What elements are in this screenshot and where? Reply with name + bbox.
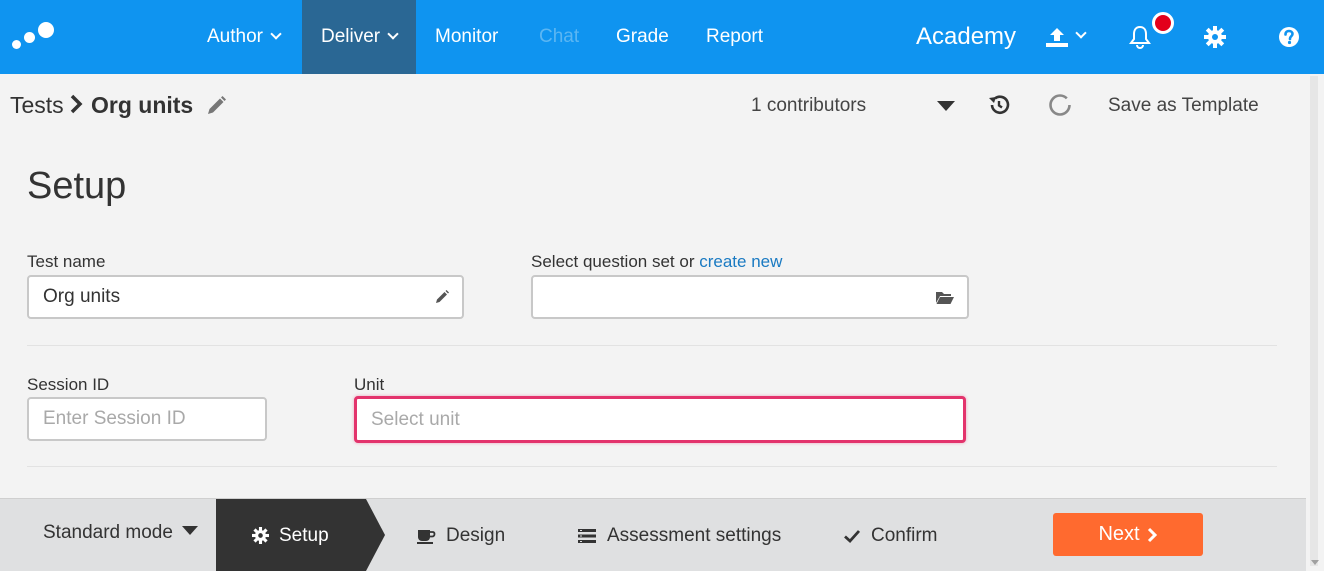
nav-monitor[interactable]: Monitor	[416, 0, 517, 74]
session-id-field[interactable]: Enter Session ID	[27, 397, 267, 441]
nav-report-label: Report	[706, 26, 764, 47]
app-logo[interactable]	[10, 20, 58, 56]
upload-icon	[1046, 28, 1068, 47]
step-assessment-settings[interactable]: Assessment settings	[577, 499, 781, 571]
gear-icon	[252, 527, 269, 544]
nav-grade[interactable]: Grade	[597, 0, 688, 74]
test-name-value: Org units	[43, 286, 121, 307]
chevron-right-icon	[1147, 527, 1157, 542]
scroll-down-arrow[interactable]	[1311, 560, 1319, 565]
create-new-link[interactable]: create new	[699, 252, 782, 271]
chevron-down-icon	[387, 28, 399, 40]
unit-select[interactable]: Select unit	[354, 396, 966, 443]
contributors-count[interactable]: 1 contributors	[751, 95, 866, 117]
nav-author[interactable]: Author	[188, 0, 299, 74]
gear-icon	[1204, 26, 1226, 48]
step-arrow	[366, 499, 385, 571]
test-name-field[interactable]: Org units	[27, 275, 464, 319]
unit-label: Unit	[354, 375, 385, 394]
chevron-down-icon	[270, 28, 282, 40]
pencil-icon[interactable]	[205, 95, 227, 117]
sync-icon[interactable]	[1048, 93, 1072, 117]
check-icon	[844, 529, 861, 543]
mode-selector[interactable]: Standard mode	[43, 522, 198, 544]
save-template-button[interactable]: Save as Template	[1108, 95, 1259, 117]
org-name[interactable]: Academy	[916, 0, 1016, 74]
help-button[interactable]	[1277, 0, 1301, 74]
unit-placeholder: Select unit	[371, 408, 460, 430]
bell-icon	[1129, 25, 1151, 49]
notification-badge	[1152, 12, 1174, 34]
step-design-label: Design	[446, 524, 506, 546]
pencil-icon[interactable]	[434, 289, 450, 305]
step-design[interactable]: Design	[416, 499, 505, 571]
section-title: Setup	[27, 165, 127, 207]
settings-button[interactable]	[1202, 0, 1228, 74]
section-divider	[27, 345, 1277, 346]
help-icon	[1279, 27, 1299, 47]
notifications-button[interactable]	[1126, 0, 1154, 74]
session-id-label: Session ID	[27, 375, 110, 394]
wizard-footer: Standard mode Setup Design Assessment se…	[0, 498, 1306, 571]
question-set-field[interactable]	[531, 275, 969, 319]
test-name-label: Test name	[27, 252, 106, 271]
scrollbar-thumb[interactable]	[1310, 76, 1318, 566]
section-divider	[27, 466, 1277, 467]
step-setup[interactable]: Setup	[216, 499, 366, 571]
step-confirm[interactable]: Confirm	[843, 499, 938, 571]
breadcrumb-tests[interactable]: Tests	[10, 92, 64, 119]
chevron-down-icon	[1075, 27, 1087, 39]
page-title: Org units	[91, 92, 194, 118]
step-setup-label: Setup	[279, 524, 329, 546]
nav-monitor-label: Monitor	[435, 26, 499, 47]
next-button[interactable]: Next	[1053, 513, 1203, 556]
nav-deliver-label: Deliver	[321, 26, 381, 47]
mode-label: Standard mode	[43, 522, 173, 543]
nav-chat: Chat	[520, 0, 598, 74]
nav-grade-label: Grade	[616, 26, 669, 47]
upload-menu[interactable]	[1040, 0, 1090, 74]
chevron-right-icon	[70, 94, 83, 114]
nav-author-label: Author	[207, 26, 263, 47]
question-set-label-text: Select question set or	[531, 252, 700, 271]
step-confirm-label: Confirm	[871, 524, 938, 546]
question-set-label: Select question set or create new	[531, 252, 782, 272]
nav-deliver[interactable]: Deliver	[302, 0, 416, 74]
nav-report[interactable]: Report	[687, 0, 782, 74]
step-assessment-settings-label: Assessment settings	[607, 524, 782, 546]
top-nav: Author Deliver Monitor Chat Grade Report…	[0, 0, 1324, 74]
nav-chat-label: Chat	[539, 26, 580, 47]
list-icon	[578, 528, 596, 543]
next-button-label: Next	[1098, 523, 1140, 545]
history-icon[interactable]	[987, 93, 1011, 117]
caret-down-icon	[181, 526, 198, 535]
session-id-placeholder: Enter Session ID	[43, 408, 186, 429]
caret-down-icon[interactable]	[937, 101, 955, 111]
cup-icon	[417, 529, 436, 544]
folder-open-icon[interactable]	[935, 289, 955, 305]
